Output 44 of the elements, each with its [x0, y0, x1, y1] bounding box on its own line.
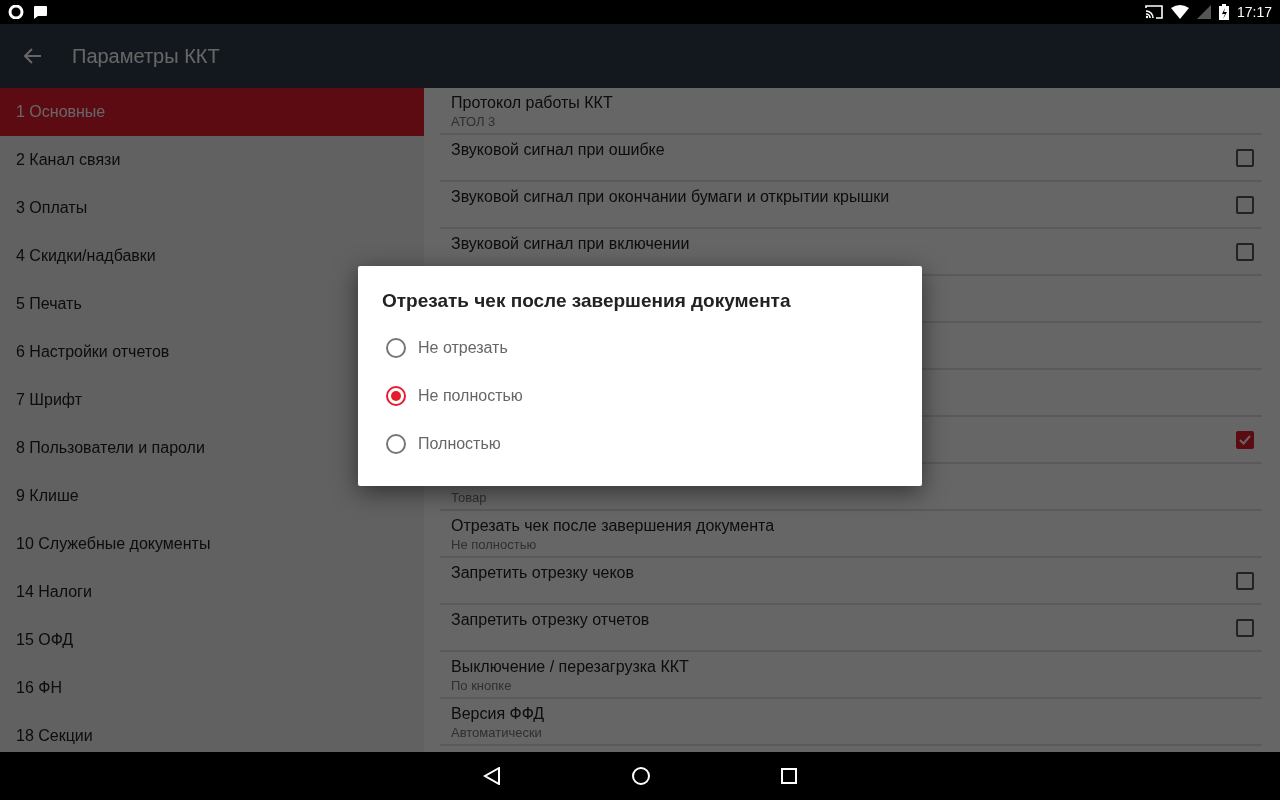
option-label[interactable]: Не полностью: [418, 387, 523, 405]
option-label[interactable]: Не отрезать: [418, 339, 508, 357]
radio-button[interactable]: [386, 338, 406, 358]
radio-button[interactable]: [386, 434, 406, 454]
sidebar-item[interactable]: 3 Оплаты: [0, 184, 424, 232]
sidebar-item[interactable]: 9 Клише: [0, 472, 424, 520]
cast-icon: [1144, 5, 1163, 19]
checkbox[interactable]: [1236, 430, 1254, 449]
setting-label: Запретить отрезку чеков: [451, 564, 635, 582]
no-signal-icon: [1196, 5, 1211, 19]
home-nav-icon[interactable]: [631, 766, 651, 786]
setting-label: Выключение / перезагрузка ККТ: [451, 658, 690, 676]
app-notification-icon: [8, 5, 24, 19]
setting-label: Версия ФФД: [451, 705, 546, 723]
recents-nav-icon[interactable]: [781, 768, 797, 784]
option-label[interactable]: Полностью: [418, 435, 501, 453]
checkbox[interactable]: [1236, 618, 1254, 637]
setting-label: Протокол работы ККТ: [451, 94, 614, 112]
sidebar-item[interactable]: 15 ОФД: [0, 616, 424, 664]
setting-label: Звуковой сигнал при окончании бумаги и открытии крышки: [451, 188, 891, 206]
sidebar-item[interactable]: 4 Скидки/надбавки: [0, 232, 424, 280]
sidebar-item[interactable]: 14 Налоги: [0, 568, 424, 616]
setting-label: Запретить отрезку отчетов: [451, 611, 651, 629]
back-nav-icon[interactable]: [483, 767, 501, 785]
checkbox[interactable]: [1236, 242, 1254, 261]
sidebar-item[interactable]: 1 Основные: [0, 88, 424, 136]
checkbox[interactable]: [1236, 571, 1254, 590]
battery-charging-icon: [1218, 4, 1229, 20]
back-arrow-icon[interactable]: [24, 48, 42, 64]
clock-time: 17:17: [1236, 4, 1272, 20]
sidebar-item[interactable]: 2 Канал связи: [0, 136, 424, 184]
sidebar-item[interactable]: 18 Секции: [0, 712, 424, 752]
checkbox[interactable]: [1236, 195, 1254, 214]
setting-label: Звуковой сигнал при включении: [451, 235, 691, 253]
sidebar-item[interactable]: 16 ФН: [0, 664, 424, 712]
screen-title: Параметры ККТ: [72, 44, 220, 68]
sidebar-item[interactable]: 10 Служебные документы: [0, 520, 424, 568]
setting-label: Звуковой сигнал при ошибке: [451, 141, 666, 159]
message-icon: [32, 5, 48, 19]
radio-button[interactable]: [386, 386, 406, 406]
dialog-title: Отрезать чек после завершения документа: [382, 290, 792, 312]
wifi-icon: [1170, 5, 1189, 19]
checkbox[interactable]: [1236, 148, 1254, 167]
setting-label: Отрезать чек после завершения документа: [451, 517, 776, 535]
